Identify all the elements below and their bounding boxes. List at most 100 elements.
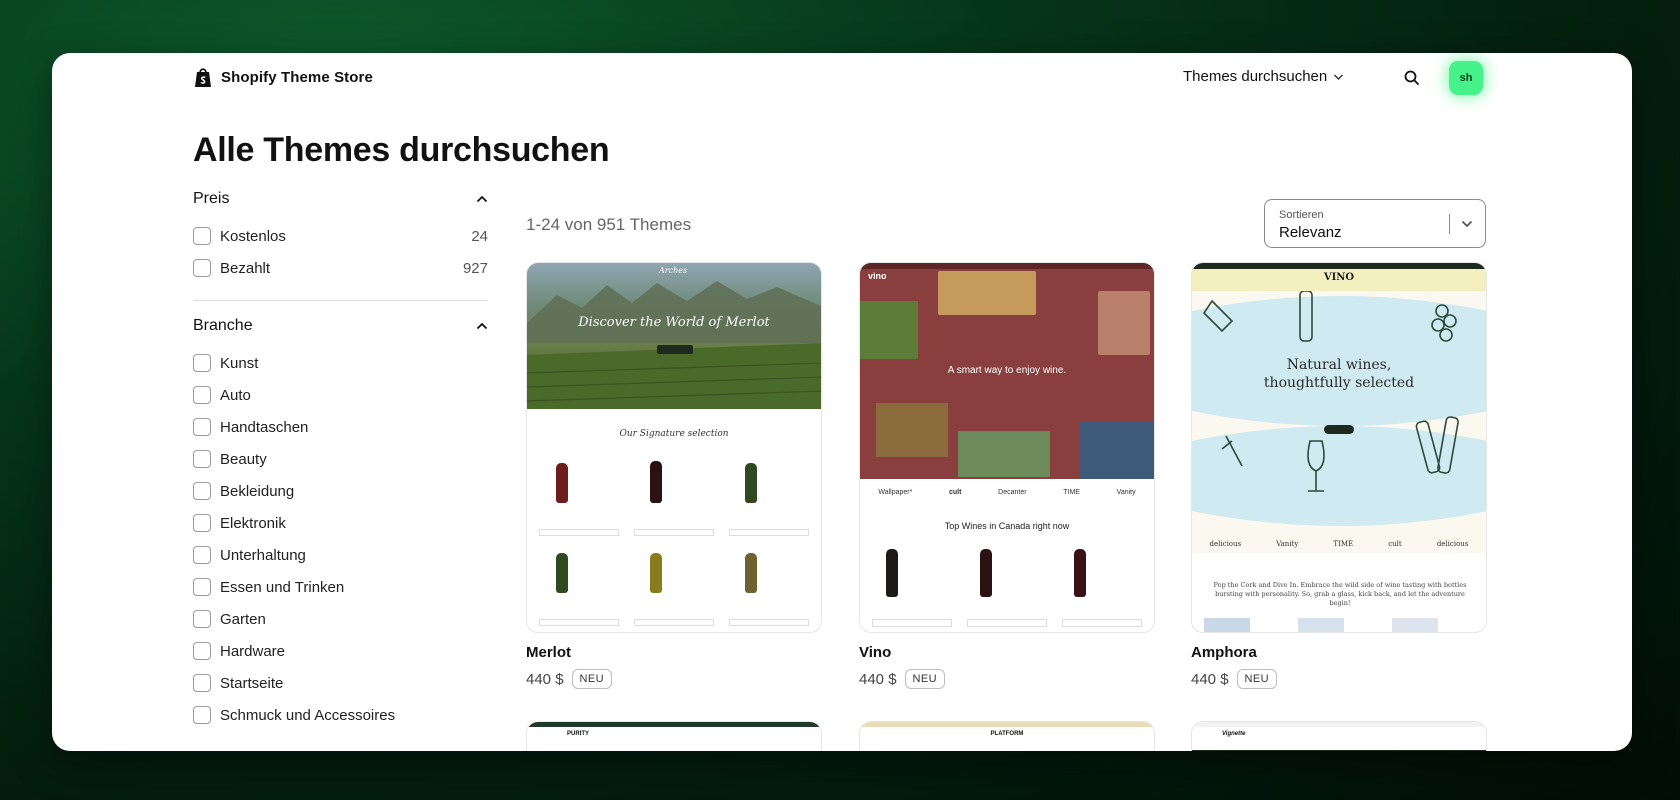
chevron-down-icon: [1334, 74, 1344, 80]
filter-option-industry[interactable]: Startseite: [193, 667, 488, 699]
search-button[interactable]: [1401, 67, 1423, 89]
preview-logo: vino: [868, 271, 887, 281]
filter-option-industry[interactable]: Hardware: [193, 635, 488, 667]
announcement-bar: [860, 263, 1154, 269]
filter-option-free[interactable]: Kostenlos 24: [193, 220, 488, 252]
avatar-initials: sh: [1459, 72, 1473, 84]
press-logo: cult: [949, 489, 962, 496]
preview-logo: PURITY: [567, 731, 590, 737]
theme-card-merlot[interactable]: Arches Discover the World of Merlot Our …: [526, 262, 822, 689]
preview-button: [967, 619, 1047, 627]
new-badge: NEU: [904, 669, 945, 689]
page-title: Alle Themes durchsuchen: [193, 131, 610, 169]
preview-button: [729, 529, 809, 536]
checkbox[interactable]: [193, 610, 211, 628]
theme-name[interactable]: Vino: [859, 644, 1155, 661]
checkbox[interactable]: [193, 642, 211, 660]
filter-option-industry[interactable]: Elektronik: [193, 507, 488, 539]
checkbox[interactable]: [193, 514, 211, 532]
preview-button: [1062, 619, 1142, 627]
filter-option-industry[interactable]: Schmuck und Accessoires: [193, 699, 488, 731]
theme-price: 440 $: [1191, 670, 1229, 688]
theme-preview-vino[interactable]: vino A smart way to enjoy wine. Wallpape…: [859, 262, 1155, 633]
filter-option-industry[interactable]: Bekleidung: [193, 475, 488, 507]
theme-card-next-2[interactable]: PLATFORM: [859, 721, 1155, 751]
new-badge: NEU: [571, 669, 612, 689]
checkbox[interactable]: [193, 578, 211, 596]
account-avatar[interactable]: sh: [1449, 61, 1483, 95]
hero-image: Arches Discover the World of Merlot: [527, 263, 821, 409]
bottle-image: [745, 553, 757, 593]
bottle-image: [1074, 549, 1086, 597]
press-logo: Vanity: [1276, 540, 1299, 548]
divider: [193, 300, 488, 301]
option-label: Bekleidung: [220, 482, 295, 500]
theme-card-next-3[interactable]: Vignette: [1191, 721, 1487, 751]
filter-price-header[interactable]: Preis: [193, 186, 488, 212]
preview-cta: [657, 345, 693, 354]
filter-option-industry[interactable]: Beauty: [193, 443, 488, 475]
press-logo: delicious: [1209, 540, 1242, 548]
option-label: Garten: [220, 610, 266, 628]
checkbox[interactable]: [193, 418, 211, 436]
preview-logo: PLATFORM: [990, 731, 1024, 737]
option-count: 927: [462, 259, 488, 277]
checkbox[interactable]: [193, 706, 211, 724]
preview-body-text: Pop the Cork and Dive In. Embrace the wi…: [1213, 581, 1467, 607]
press-logos: delicious Vanity TIME cult delicious: [1192, 540, 1486, 548]
theme-name[interactable]: Amphora: [1191, 644, 1487, 661]
sort-label: Sortieren: [1279, 209, 1324, 221]
filter-option-industry[interactable]: Unterhaltung: [193, 539, 488, 571]
filter-option-industry[interactable]: Handtaschen: [193, 411, 488, 443]
filter-industry-header[interactable]: Branche: [193, 313, 488, 339]
press-logo: Decanter: [998, 489, 1027, 496]
checkbox[interactable]: [193, 546, 211, 564]
option-label: Kostenlos: [220, 227, 286, 245]
checkbox[interactable]: [193, 450, 211, 468]
filter-option-paid[interactable]: Bezahlt 927: [193, 252, 488, 284]
brand-link[interactable]: Shopify Theme Store: [193, 66, 373, 89]
option-count: 24: [471, 227, 488, 245]
browse-themes-menu[interactable]: Themes durchsuchen: [1183, 68, 1344, 85]
checkbox[interactable]: [193, 354, 211, 372]
chevron-up-icon: [476, 322, 488, 330]
bottle-image: [860, 301, 918, 359]
checkbox[interactable]: [193, 259, 211, 277]
theme-card-next-1[interactable]: PURITY: [526, 721, 822, 751]
filter-option-industry[interactable]: Essen und Trinken: [193, 571, 488, 603]
preview-section-title: Top Wines in Canada right now: [944, 521, 1070, 531]
bottle-image: [556, 463, 568, 503]
food-image: [938, 271, 1036, 315]
preview-logo: VINO: [1323, 272, 1355, 283]
browser-window: Shopify Theme Store Themes durchsuchen s…: [52, 53, 1632, 751]
press-logos: Wallpaper* cult Decanter TIME Vanity: [860, 489, 1154, 496]
results-count: 1-24 von 951 Themes: [526, 215, 692, 234]
bottle-image: [650, 461, 662, 503]
theme-preview-merlot[interactable]: Arches Discover the World of Merlot Our …: [526, 262, 822, 633]
hand-image: [1098, 291, 1150, 355]
filter-option-industry[interactable]: Garten: [193, 603, 488, 635]
filter-price-title: Preis: [193, 190, 230, 207]
theme-name[interactable]: Merlot: [526, 644, 822, 661]
filter-option-industry[interactable]: Auto: [193, 379, 488, 411]
theme-price: 440 $: [526, 670, 564, 688]
theme-card-vino[interactable]: vino A smart way to enjoy wine. Wallpape…: [859, 262, 1155, 689]
filter-option-industry[interactable]: Kunst: [193, 347, 488, 379]
filter-sidebar: Preis Kostenlos 24 Bezahlt 927 Branche K…: [193, 186, 488, 731]
price-row: 440 $ NEU: [526, 669, 822, 689]
checkbox[interactable]: [193, 386, 211, 404]
checkbox[interactable]: [193, 482, 211, 500]
press-logo: cult: [1388, 540, 1402, 548]
price-row: 440 $ NEU: [1191, 669, 1487, 689]
checkbox[interactable]: [193, 674, 211, 692]
theme-preview-amphora[interactable]: VINO Natural wines, thoughtfully selecte…: [1191, 262, 1487, 633]
announcement-bar: [1192, 722, 1486, 727]
bottle-image: [745, 463, 757, 503]
price-row: 440 $ NEU: [859, 669, 1155, 689]
checkbox[interactable]: [193, 227, 211, 245]
preview-logo: Vignette: [1222, 731, 1246, 737]
person-image: [1080, 421, 1154, 479]
new-badge: NEU: [1236, 669, 1277, 689]
sort-select[interactable]: Sortieren Relevanz: [1264, 199, 1486, 248]
theme-card-amphora[interactable]: VINO Natural wines, thoughtfully selecte…: [1191, 262, 1487, 689]
